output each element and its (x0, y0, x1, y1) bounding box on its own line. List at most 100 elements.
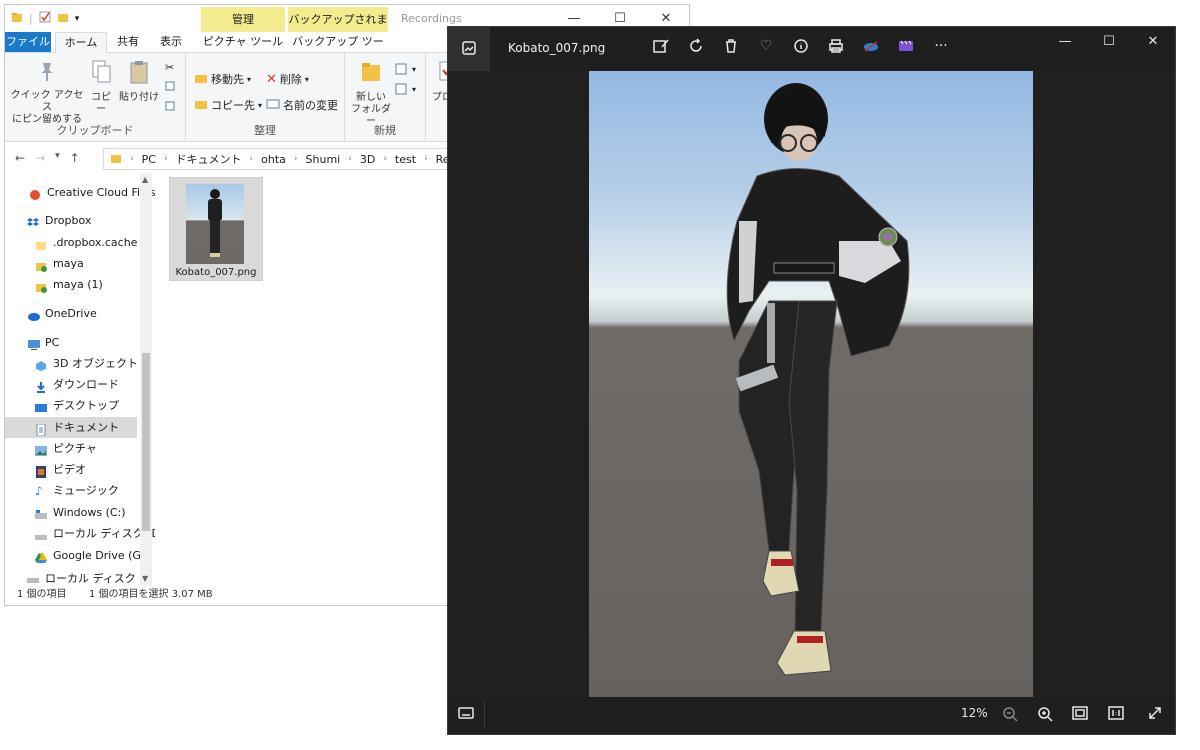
copy-label: コピー (91, 92, 111, 115)
rename-button[interactable]: 名前の変更 (266, 97, 338, 113)
video-editor-icon[interactable] (897, 37, 915, 55)
full-screen-icon[interactable] (1148, 706, 1162, 723)
nav-dropbox[interactable]: Dropbox (5, 210, 137, 231)
context-tab-manage[interactable]: 管理 (201, 7, 285, 32)
new-folder-icon (349, 59, 393, 89)
zoom-level: 12% (961, 706, 988, 720)
easy-access-icon[interactable]: ▾ (395, 83, 416, 95)
recent-dropdown-icon[interactable]: ▾ (55, 151, 60, 165)
cut-icon[interactable]: ✂ (165, 61, 174, 74)
nav-documents[interactable]: ドキュメント (5, 417, 137, 438)
context-tab-backup[interactable]: バックアップされません (288, 7, 388, 51)
forward-arrow-icon[interactable]: → (35, 151, 45, 165)
paste-button[interactable]: 貼り付け (119, 59, 159, 104)
nav-local-disk-d-2[interactable]: ローカル ディスク (D:) (5, 573, 137, 585)
nav-pictures[interactable]: ピクチャ (5, 438, 137, 459)
nav-google-drive[interactable]: Google Drive (G:) (5, 545, 149, 566)
new-group: 新しい フォルダー ▾ ▾ 新規 (345, 53, 426, 141)
properties-checkbox-icon[interactable] (39, 11, 51, 26)
gallery-button[interactable] (448, 27, 490, 71)
print-icon[interactable] (827, 37, 845, 55)
copy-path-icon[interactable] (165, 81, 175, 91)
breadcrumb-pc[interactable]: PC (142, 153, 156, 166)
tab-view[interactable]: 表示 (151, 32, 191, 52)
nav-item-label: OneDrive (45, 307, 97, 320)
qat-dropdown-icon[interactable]: ▾ (75, 14, 80, 24)
nav-dropbox-cache[interactable]: .dropbox.cache (5, 232, 137, 253)
nav-onedrive[interactable]: OneDrive (5, 303, 137, 324)
zoom-in-icon[interactable] (1037, 706, 1053, 725)
nav-scrollbar[interactable]: ▲ ▼ (140, 173, 152, 585)
music-note-icon: ♪ (35, 483, 43, 498)
paste-icon (119, 59, 159, 89)
organize-group-label: 整理 (254, 124, 276, 137)
nav-windows-c[interactable]: Windows (C:) (5, 502, 137, 523)
nav-downloads[interactable]: ダウンロード (5, 374, 137, 395)
minimize-icon[interactable]: — (1043, 27, 1087, 57)
favorite-heart-icon[interactable]: ♡ (757, 37, 775, 55)
nav-maya[interactable]: maya (5, 253, 137, 274)
tab-backup-tools[interactable]: バックアップ ツール (288, 32, 388, 68)
edit-image-icon[interactable] (652, 37, 670, 55)
file-item[interactable]: Kobato_007.png (169, 177, 263, 281)
pin-quick-access-button[interactable]: クイック アクセス にピン留めする (9, 59, 85, 126)
photos-viewer-window: Kobato_007.png ♡ ··· — ☐ ✕ 12% (447, 26, 1176, 735)
tab-picture-tools[interactable]: ピクチャ ツール (201, 32, 285, 52)
delete-trash-icon[interactable] (722, 37, 740, 55)
zoom-out-icon[interactable] (1002, 706, 1018, 725)
paste-shortcut-icon[interactable] (165, 101, 175, 111)
quick-access-toolbar: | ▾ (11, 11, 79, 26)
breadcrumb-documents[interactable]: ドキュメント (176, 151, 242, 167)
tab-share[interactable]: 共有 (109, 32, 147, 52)
scroll-up-arrow-icon[interactable]: ▲ (142, 175, 148, 184)
more-options-icon[interactable]: ··· (932, 37, 950, 55)
image-canvas[interactable] (448, 71, 1175, 697)
nav-item-label: Google Drive (G:) (53, 549, 149, 562)
maximize-icon[interactable]: ☐ (1087, 27, 1131, 57)
nav-pc[interactable]: PC (5, 332, 137, 353)
copy-button[interactable]: コピー (87, 59, 115, 116)
breadcrumb-3d[interactable]: 3D (360, 153, 375, 166)
pin-icon (9, 59, 85, 87)
new-folder-button[interactable]: 新しい フォルダー (349, 59, 393, 128)
back-arrow-icon[interactable]: ← (15, 151, 25, 165)
rotate-icon[interactable] (687, 37, 705, 55)
nav-desktop[interactable]: デスクトップ (5, 395, 137, 416)
new-item-icon[interactable]: ▾ (395, 63, 416, 75)
nav-music[interactable]: ♪ ミュージック (5, 480, 137, 501)
delete-button[interactable]: ✕ 削除 ▾ (266, 71, 309, 87)
actual-size-icon[interactable] (1108, 706, 1124, 723)
move-to-button[interactable]: 移動先 ▾ (194, 71, 251, 87)
nav-creative-cloud[interactable]: Creative Cloud Files (5, 182, 156, 203)
download-arrow-icon (35, 379, 47, 393)
nav-maya-1[interactable]: maya (1) (5, 274, 137, 295)
up-arrow-icon[interactable]: ↑ (70, 151, 80, 165)
nav-local-disk-d[interactable]: ローカル ディスク (D:) (5, 523, 168, 544)
onedrive-sync-icon[interactable] (862, 37, 880, 55)
folder-synced-icon (35, 258, 47, 272)
info-icon[interactable] (792, 37, 810, 55)
nav-3d-objects[interactable]: 3D オブジェクト (5, 353, 138, 374)
pin-label-line1: クイック アクセス (10, 90, 84, 113)
tab-home[interactable]: ホーム (55, 32, 107, 53)
displayed-photo (589, 71, 1033, 697)
breadcrumb-shumi[interactable]: Shumi (306, 153, 341, 166)
dropbox-icon (27, 215, 39, 227)
fit-to-window-icon[interactable] (1072, 706, 1088, 723)
toolbar-divider: | (29, 12, 33, 25)
breadcrumb-test[interactable]: test (395, 153, 416, 166)
breadcrumb-ohta[interactable]: ohta (261, 153, 286, 166)
clipboard-group-label: クリップボード (56, 124, 134, 137)
tab-file[interactable]: ファイル (5, 32, 51, 52)
new-folder-qat-icon[interactable] (57, 11, 69, 26)
filmstrip-icon[interactable] (458, 706, 474, 723)
copy-to-button[interactable]: コピー先 ▾ (194, 97, 262, 113)
google-drive-icon (35, 550, 47, 563)
close-icon[interactable]: ✕ (1131, 27, 1175, 57)
nav-videos[interactable]: ビデオ (5, 459, 137, 480)
scroll-down-arrow-icon[interactable]: ▼ (142, 574, 148, 583)
paste-label: 貼り付け (119, 92, 159, 103)
address-separator: › (163, 154, 168, 164)
nav-scroll-thumb[interactable] (142, 353, 150, 531)
hard-drive-icon (27, 573, 39, 585)
